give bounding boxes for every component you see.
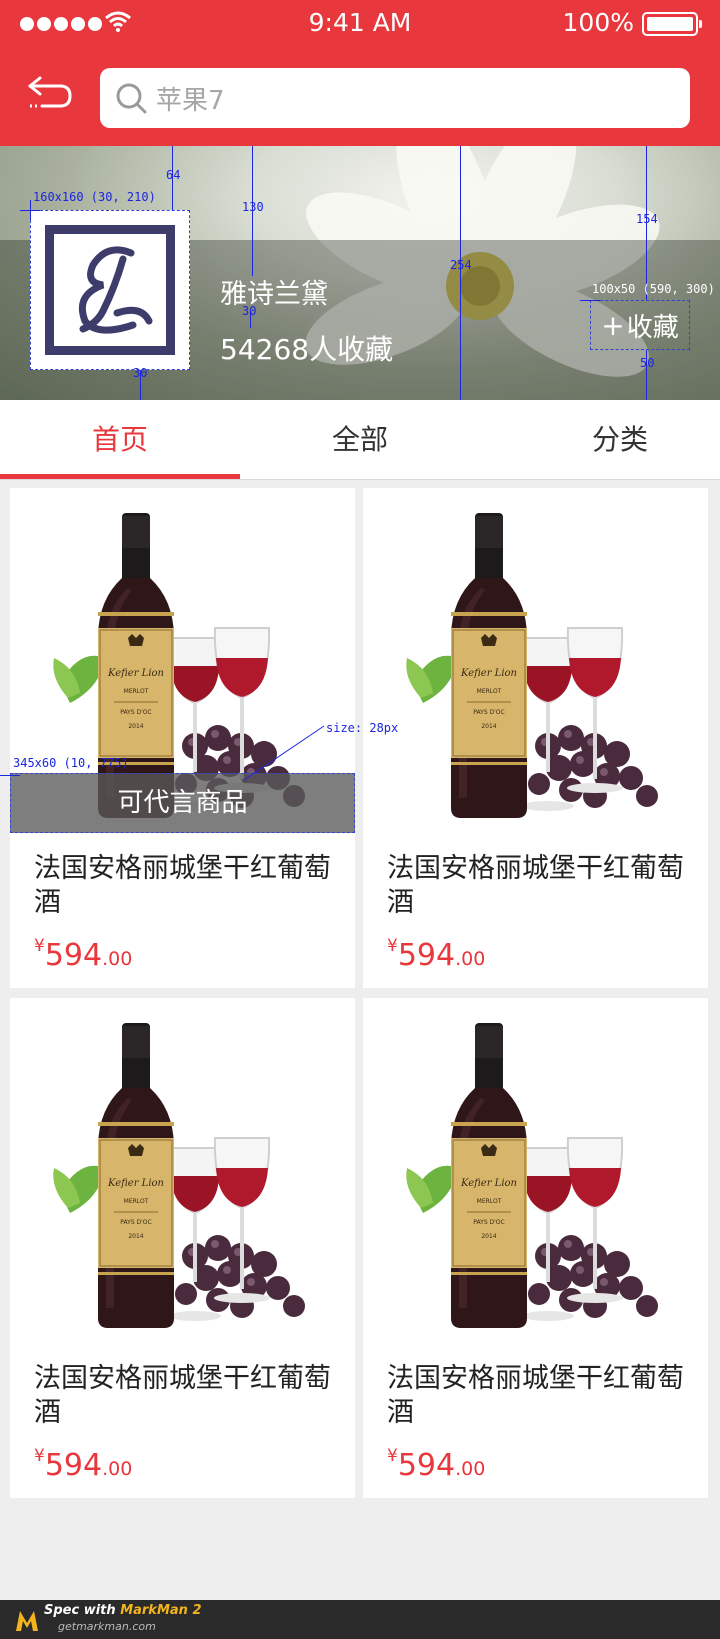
markman-title: Spec with MarkMan 2 xyxy=(44,1603,202,1618)
product-card[interactable]: Kefier Lion MERLOT PAYS D'OC 2014 法国安格丽城… xyxy=(363,488,708,988)
price-decimal: .00 xyxy=(102,1458,133,1480)
favorite-label: 收藏 xyxy=(626,312,679,343)
search-text: 苹果7 xyxy=(156,85,225,116)
markman-logo-icon xyxy=(16,1611,38,1631)
product-price: ¥594.00 xyxy=(387,936,485,973)
back-icon[interactable] xyxy=(26,74,74,114)
spec-fav-size: 100x50 (590, 300) xyxy=(592,282,715,296)
battery-icon xyxy=(642,12,702,36)
tab-active-indicator xyxy=(0,474,240,479)
price-integer: 594 xyxy=(44,1448,103,1483)
shop-logo-monogram xyxy=(78,246,153,334)
bottle-variety-text: MERLOT xyxy=(477,1198,502,1205)
favorite-button[interactable]: + 收藏 xyxy=(590,300,690,350)
product-title[interactable]: 法国安格丽城堡干红葡萄酒 xyxy=(34,852,334,920)
bottle-variety-text: MERLOT xyxy=(124,688,149,695)
spec-dim-154: 154 xyxy=(636,212,658,226)
spec-dim-50: 50 xyxy=(640,356,655,370)
product-price: ¥594.00 xyxy=(387,1446,485,1483)
bottle-region-text: PAYS D'OC xyxy=(473,1219,504,1226)
shop-logo xyxy=(30,210,190,370)
search-input[interactable]: 苹果7 xyxy=(100,68,690,128)
bottle-year-text: 2014 xyxy=(128,1233,143,1240)
bottle-variety-text: MERLOT xyxy=(124,1198,149,1205)
bottle-brand-text: Kefier Lion xyxy=(107,668,164,679)
product-card[interactable]: Kefier Lion MERLOT PAYS D'OC 2014 法国安格丽城… xyxy=(363,998,708,1498)
spec-dim-30: 30 xyxy=(133,366,148,380)
battery-percent: 100% xyxy=(562,8,634,37)
spec-dim-64: 64 xyxy=(166,168,181,182)
price-integer: 594 xyxy=(397,1448,456,1483)
bottle-brand-text: Kefier Lion xyxy=(107,1178,164,1189)
status-bar: 9:41 AM 100% xyxy=(0,0,720,46)
price-decimal: .00 xyxy=(455,1458,486,1480)
bottle-region-text: PAYS D'OC xyxy=(120,1219,151,1226)
spec-line xyxy=(0,775,20,776)
price-currency: ¥ xyxy=(387,936,398,956)
price-currency: ¥ xyxy=(34,1446,45,1466)
markman-footer: Spec with MarkMan 2 getmarkman.com xyxy=(0,1600,720,1639)
product-title[interactable]: 法国安格丽城堡干红葡萄酒 xyxy=(387,852,687,920)
shop-followers: 54268人收藏 xyxy=(220,333,394,366)
bottle-brand-text: Kefier Lion xyxy=(460,668,517,679)
tab-home[interactable]: 首页 xyxy=(0,400,240,480)
markman-site: getmarkman.com xyxy=(58,1620,156,1633)
product-title[interactable]: 法国安格丽城堡干红葡萄酒 xyxy=(387,1362,687,1430)
product-price: ¥594.00 xyxy=(34,1446,132,1483)
price-integer: 594 xyxy=(44,938,103,973)
bottle-year-text: 2014 xyxy=(481,1233,496,1240)
tab-all[interactable]: 全部 xyxy=(240,400,480,480)
spec-dim-30: 30 xyxy=(242,304,257,318)
top-bar: 9:41 AM 100% 苹果7 xyxy=(0,0,720,146)
product-image[interactable]: Kefier Lion MERLOT PAYS D'OC 2014 xyxy=(363,998,708,1343)
price-decimal: .00 xyxy=(455,948,486,970)
price-decimal: .00 xyxy=(102,948,133,970)
spec-logo-size: 160x160 (30, 210) xyxy=(33,190,156,204)
spec-dim-254: 254 xyxy=(450,258,472,272)
spec-line xyxy=(460,146,461,400)
plus-icon: + xyxy=(601,308,625,342)
spec-line xyxy=(580,300,600,301)
bottle-year-text: 2014 xyxy=(481,723,496,730)
search-icon xyxy=(116,83,147,114)
product-price: ¥594.00 xyxy=(34,936,132,973)
tab-bar: 首页 全部 分类 xyxy=(0,400,720,480)
product-card[interactable]: Kefier Lion MERLOT PAYS D'OC 2014 法国安格丽城… xyxy=(10,998,355,1498)
product-title[interactable]: 法国安格丽城堡干红葡萄酒 xyxy=(34,1362,334,1430)
bottle-year-text: 2014 xyxy=(128,723,143,730)
price-integer: 594 xyxy=(397,938,456,973)
product-image[interactable]: Kefier Lion MERLOT PAYS D'OC 2014 xyxy=(10,998,355,1343)
shop-name: 雅诗兰黛 xyxy=(220,279,328,310)
price-currency: ¥ xyxy=(34,936,45,956)
spec-proxy-font: size: 28px xyxy=(326,721,399,735)
spec-dim-130: 130 xyxy=(242,200,264,214)
price-currency: ¥ xyxy=(387,1446,398,1466)
bottle-region-text: PAYS D'OC xyxy=(120,709,151,716)
product-image[interactable]: Kefier Lion MERLOT PAYS D'OC 2014 xyxy=(363,488,708,833)
tab-category[interactable]: 分类 xyxy=(500,400,720,480)
spec-proxy-size: 345x60 (10, 775) xyxy=(13,756,129,770)
spec-leader-line xyxy=(243,725,325,781)
shop-banner: 雅诗兰黛 54268人收藏 + 收藏 64 130 254 154 50 30 … xyxy=(0,146,720,400)
bottle-region-text: PAYS D'OC xyxy=(473,709,504,716)
bottle-variety-text: MERLOT xyxy=(477,688,502,695)
bottle-brand-text: Kefier Lion xyxy=(460,1178,517,1189)
spec-line xyxy=(30,200,31,220)
